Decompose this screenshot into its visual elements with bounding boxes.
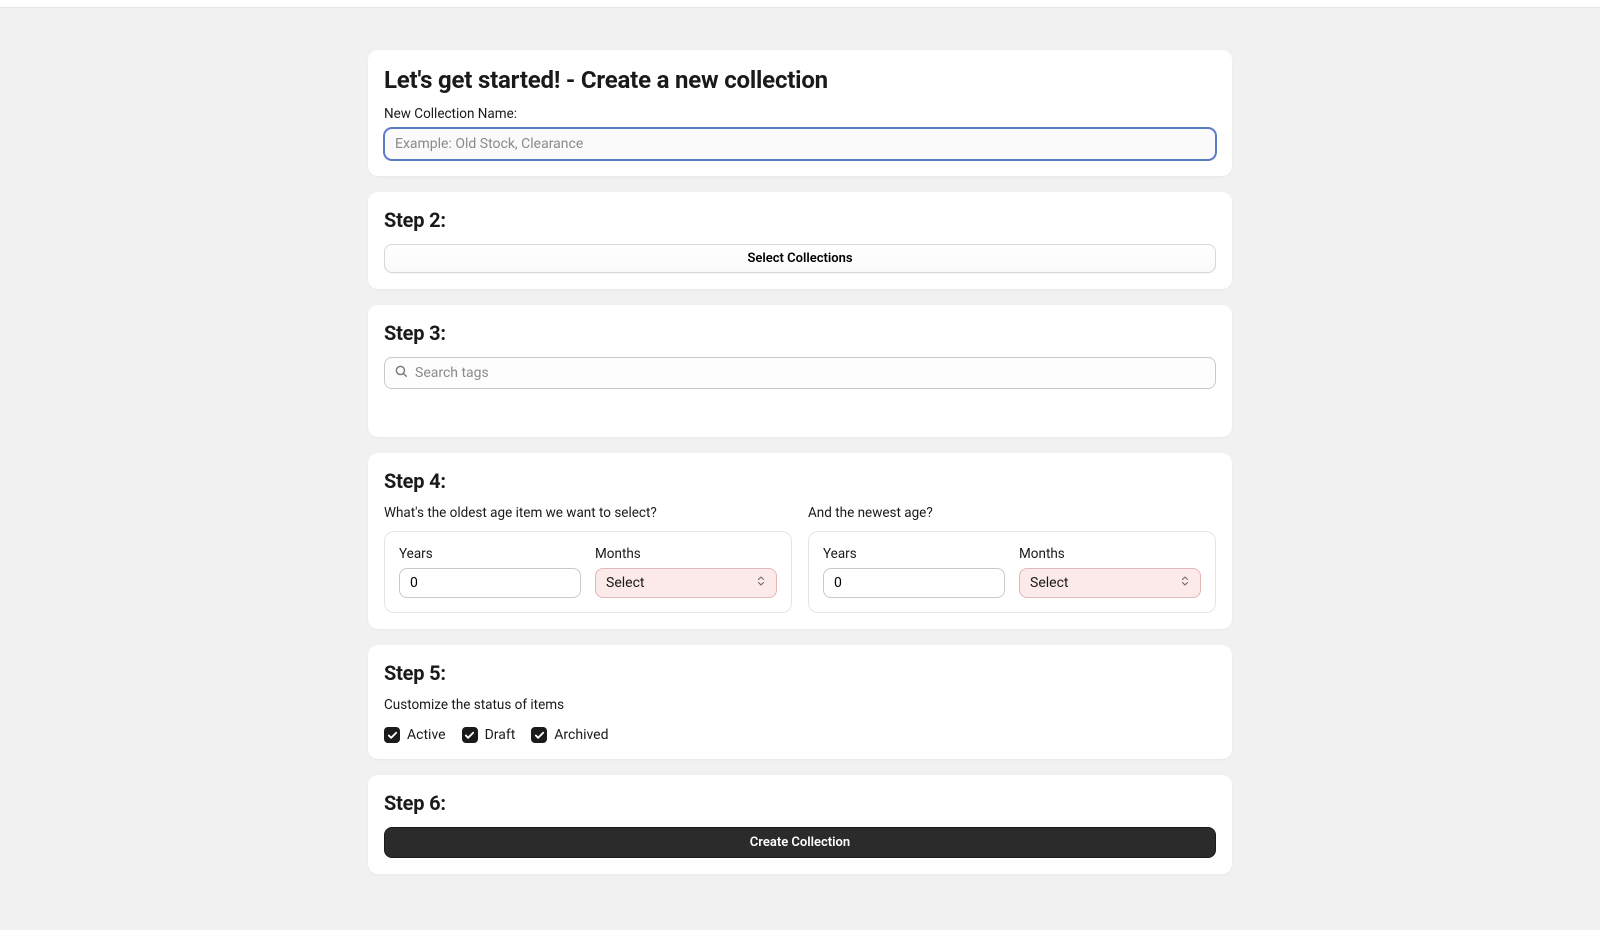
newest-years-input[interactable]	[823, 568, 1005, 598]
step-4-card: Step 4: What's the oldest age item we wa…	[368, 453, 1232, 629]
newest-age-col: And the newest age? Years Months Select	[808, 505, 1216, 613]
step-5-subtext: Customize the status of items	[384, 697, 1216, 713]
step-5-title: Step 5:	[384, 661, 1216, 685]
search-tags-input[interactable]	[384, 357, 1216, 389]
create-collection-button[interactable]: Create Collection	[384, 827, 1216, 858]
newest-months-select[interactable]: Select	[1019, 568, 1201, 598]
step-3-title: Step 3:	[384, 321, 1216, 345]
oldest-months-label: Months	[595, 546, 777, 562]
step-6-title: Step 6:	[384, 791, 1216, 815]
archived-checkbox-label: Archived	[554, 727, 608, 743]
active-checkbox-label: Active	[407, 727, 446, 743]
collection-name-input[interactable]	[384, 128, 1216, 160]
tags-area	[384, 389, 1216, 421]
collection-name-label: New Collection Name:	[384, 106, 1216, 122]
step-3-card: Step 3:	[368, 305, 1232, 437]
newest-months-label: Months	[1019, 546, 1201, 562]
page-container: Let's get started! - Create a new collec…	[368, 8, 1232, 930]
oldest-age-inner-card: Years Months Select	[384, 531, 792, 613]
newest-years-label: Years	[823, 546, 1005, 562]
page-title: Let's get started! - Create a new collec…	[384, 66, 1216, 94]
oldest-age-col: What's the oldest age item we want to se…	[384, 505, 792, 613]
oldest-years-input[interactable]	[399, 568, 581, 598]
newest-age-question: And the newest age?	[808, 505, 933, 521]
draft-checkbox[interactable]	[462, 727, 478, 743]
draft-checkbox-label: Draft	[485, 727, 516, 743]
oldest-years-label: Years	[399, 546, 581, 562]
select-collections-button[interactable]: Select Collections	[384, 244, 1216, 273]
step-2-title: Step 2:	[384, 208, 1216, 232]
step-6-card: Step 6: Create Collection	[368, 775, 1232, 874]
oldest-months-select[interactable]: Select	[595, 568, 777, 598]
step-2-card: Step 2: Select Collections	[368, 192, 1232, 289]
oldest-age-question: What's the oldest age item we want to se…	[384, 505, 657, 521]
archived-checkbox[interactable]	[531, 727, 547, 743]
top-bar	[0, 0, 1600, 8]
newest-age-inner-card: Years Months Select	[808, 531, 1216, 613]
step-1-card: Let's get started! - Create a new collec…	[368, 50, 1232, 176]
step-5-card: Step 5: Customize the status of items Ac…	[368, 645, 1232, 759]
step-4-title: Step 4:	[384, 469, 1216, 493]
active-checkbox[interactable]	[384, 727, 400, 743]
